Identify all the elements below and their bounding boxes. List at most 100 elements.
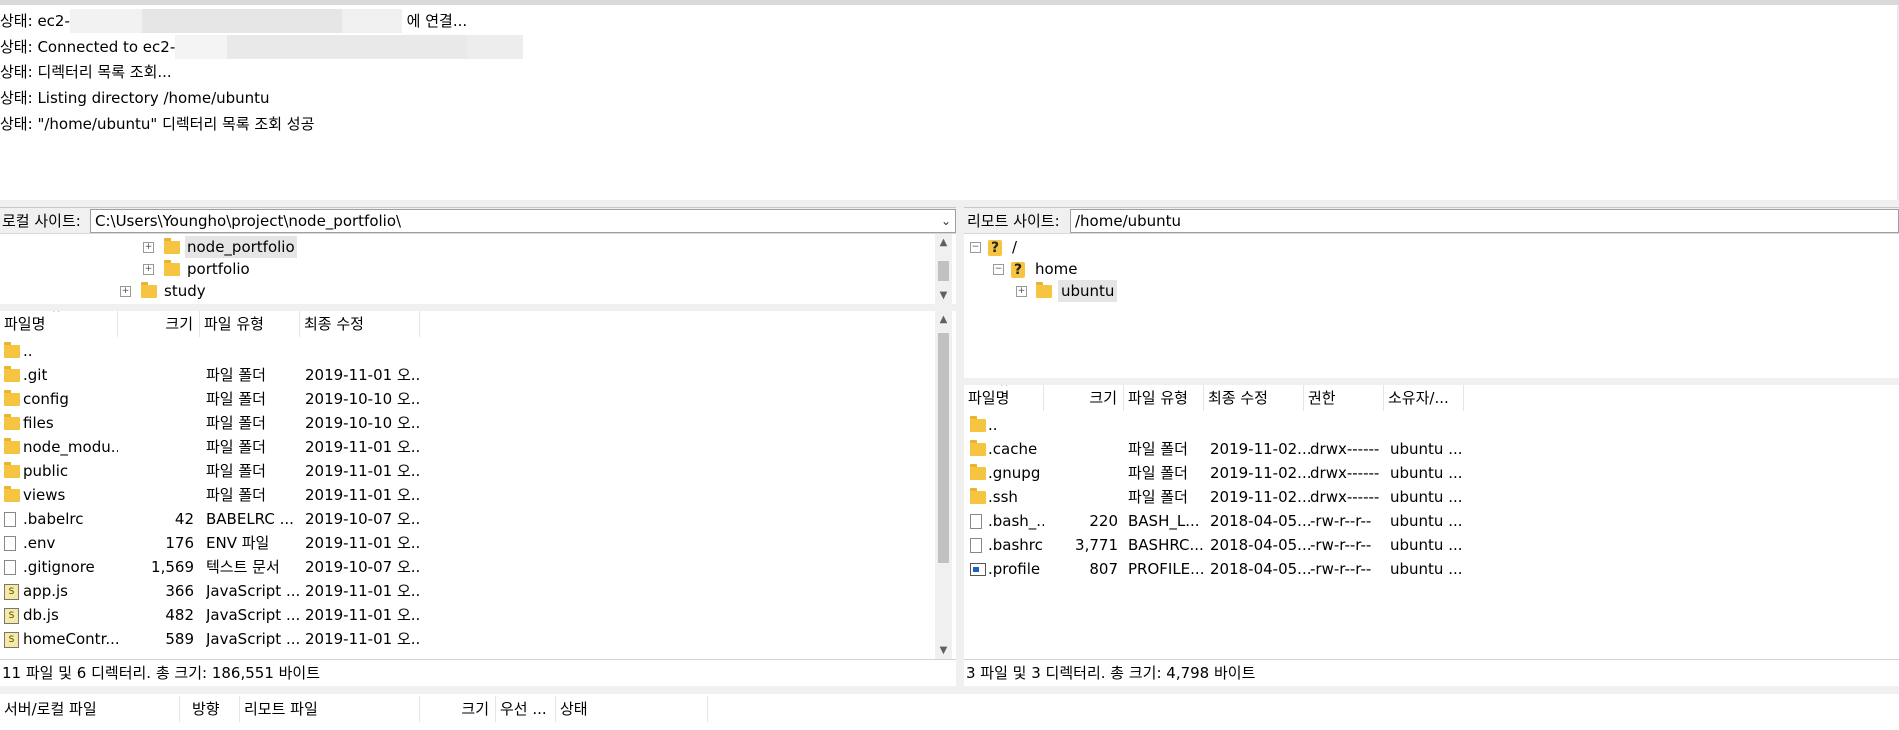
tree-item-portfolio[interactable]: + portfolio: [0, 258, 930, 280]
column-label: 크기: [1089, 389, 1117, 407]
table-row[interactable]: .gitignore 1,569 텍스트 문서 2019-10-07 오...: [0, 555, 935, 579]
expand-icon[interactable]: +: [143, 264, 154, 275]
local-file-list[interactable]: .. .git 파일 폴더 2019-11-01 오... config 파일 폴더 201…: [0, 339, 935, 659]
column-header-size[interactable]: 크기: [420, 696, 496, 722]
remote-tree[interactable]: − ? / − ? home + ubuntu: [964, 234, 1899, 378]
column-header-remote-file[interactable]: 리모트 파일: [240, 696, 420, 722]
column-header-owner[interactable]: 소유자/...: [1384, 385, 1464, 411]
collapse-icon[interactable]: −: [993, 264, 1004, 275]
row-icon: [970, 533, 988, 557]
tree-item-node-portfolio[interactable]: + node_portfolio: [0, 236, 930, 258]
log-text: 디렉터리 목록 조회...: [37, 63, 172, 81]
sort-up-icon: ^: [52, 311, 61, 319]
expand-icon[interactable]: +: [1016, 286, 1027, 297]
file-size: 42: [174, 510, 194, 528]
table-row[interactable]: .gnupg 파일 폴더 2019-11-02... drwx------ ubuntu…: [964, 461, 1899, 485]
remote-status-bar: 3 파일 및 3 디렉터리. 총 크기: 4,798 바이트: [964, 659, 1899, 686]
local-list-scrollbar[interactable]: ▲ ▼: [935, 311, 952, 659]
column-header-size[interactable]: 크기: [118, 311, 200, 337]
scroll-thumb[interactable]: [938, 333, 949, 563]
column-header-name[interactable]: 파일명 ^: [0, 311, 118, 337]
file-type: JavaScript ...: [206, 630, 300, 648]
redacted-block: [341, 9, 402, 33]
column-header-server-local-file[interactable]: 서버/로컬 파일: [0, 696, 180, 722]
log-suffix: 에 연결...: [406, 12, 468, 30]
remote-file-list[interactable]: .. .cache 파일 폴더 2019-11-02... drwx------ ubun…: [964, 413, 1899, 659]
file-owner: ubuntu ...: [1390, 440, 1463, 458]
folder-icon: [4, 414, 20, 430]
tree-item-ubuntu[interactable]: + ubuntu: [964, 280, 1364, 302]
tree-item-root[interactable]: − ? /: [964, 236, 1364, 258]
row-icon: [970, 413, 988, 437]
scroll-up-icon[interactable]: ▲: [935, 311, 952, 328]
table-row[interactable]: ..: [964, 413, 1899, 437]
scroll-down-icon[interactable]: ▼: [935, 642, 952, 659]
row-icon: S: [4, 603, 22, 627]
scroll-thumb[interactable]: [938, 261, 949, 281]
local-path-input[interactable]: C:\Users\Youngho\project\node_portfolio\…: [90, 209, 956, 233]
table-row[interactable]: Sapp.js 366 JavaScript ... 2019-11-01 오...: [0, 579, 935, 603]
file-size: 1,569: [151, 558, 194, 576]
table-row[interactable]: .env 176 ENV 파일 2019-11-01 오...: [0, 531, 935, 555]
table-row[interactable]: ..: [0, 339, 935, 363]
column-header-modified[interactable]: 최종 수정: [300, 311, 420, 337]
file-icon: [4, 512, 16, 527]
table-row[interactable]: .cache 파일 폴더 2019-11-02... drwx------ ubuntu…: [964, 437, 1899, 461]
scroll-down-icon[interactable]: ▼: [935, 287, 952, 304]
local-site-label: 로컬 사이트:: [2, 212, 81, 230]
js-file-icon: S: [4, 583, 19, 600]
log-prefix: 상태:: [0, 115, 33, 133]
expand-icon[interactable]: +: [143, 242, 154, 253]
table-row[interactable]: node_modu... 파일 폴더 2019-11-01 오...: [0, 435, 935, 459]
chevron-down-icon[interactable]: ⌄: [941, 210, 951, 232]
table-row[interactable]: ShomeContr... 589 JavaScript ... 2019-11-01…: [0, 627, 935, 651]
file-icon: [970, 514, 982, 529]
file-name: config: [23, 390, 69, 408]
pane-splitter[interactable]: [0, 304, 956, 311]
column-header-type[interactable]: 파일 유형: [200, 311, 300, 337]
table-row[interactable]: .bashrc 3,771 BASHRC... 2018-04-05... -rw-r-…: [964, 533, 1899, 557]
table-row[interactable]: Sdb.js 482 JavaScript ... 2019-11-01 오...: [0, 603, 935, 627]
table-row[interactable]: views 파일 폴더 2019-11-01 오...: [0, 483, 935, 507]
vertical-splitter[interactable]: [956, 207, 964, 693]
table-row[interactable]: .git 파일 폴더 2019-11-01 오...: [0, 363, 935, 387]
table-row[interactable]: .profile 807 PROFILE... 2018-04-05... -rw-r-…: [964, 557, 1899, 581]
folder-icon: [4, 366, 20, 382]
column-header-permissions[interactable]: 권한: [1304, 385, 1384, 411]
column-header-modified[interactable]: 최종 수정: [1204, 385, 1304, 411]
table-row[interactable]: .bash_... 220 BASH_L... 2018-04-05...-rw-r-…: [964, 509, 1899, 533]
message-log[interactable]: 상태: ec2- 에 연결... 상태: Connected to ec2- 상…: [0, 0, 1899, 205]
column-header-size[interactable]: 크기: [1044, 385, 1124, 411]
column-header-name[interactable]: 파일명 ^: [964, 385, 1044, 411]
local-tree[interactable]: + node_portfolio + portfolio + study ▲ ▼: [0, 234, 956, 304]
file-type: PROFILE...: [1128, 560, 1205, 578]
tree-item-study[interactable]: + study: [0, 280, 930, 302]
folder-icon: [970, 416, 986, 432]
table-row[interactable]: public 파일 폴더 2019-11-01 오...: [0, 459, 935, 483]
column-header-direction[interactable]: 방향: [180, 696, 240, 722]
folder-icon: [4, 462, 20, 478]
scroll-up-icon[interactable]: ▲: [935, 234, 952, 251]
file-type: JavaScript ...: [206, 582, 300, 600]
collapse-icon[interactable]: −: [970, 242, 981, 253]
table-row[interactable]: files 파일 폴더 2019-10-10 오...: [0, 411, 935, 435]
splitter[interactable]: [0, 686, 1899, 694]
expand-icon[interactable]: +: [120, 286, 131, 297]
remote-path-input[interactable]: /home/ubuntu: [1070, 209, 1899, 233]
column-header-priority[interactable]: 우선 ...: [496, 696, 556, 722]
log-line: 상태: 디렉터리 목록 조회...: [0, 60, 172, 84]
tree-item-home[interactable]: − ? home: [964, 258, 1364, 280]
file-type: ENV 파일: [206, 534, 270, 552]
table-row[interactable]: .babelrc 42 BABELRC ... 2019-10-07 오...: [0, 507, 935, 531]
column-header-type[interactable]: 파일 유형: [1124, 385, 1204, 411]
local-tree-scrollbar[interactable]: ▲ ▼: [935, 234, 952, 304]
table-row[interactable]: .ssh 파일 폴더 2019-11-02... drwx------ ubuntu .…: [964, 485, 1899, 509]
redacted-block: [141, 9, 342, 33]
column-label: 파일 유형: [204, 315, 264, 333]
column-header-status[interactable]: 상태: [556, 696, 708, 722]
table-row[interactable]: config 파일 폴더 2019-10-10 오...: [0, 387, 935, 411]
folder-icon: [4, 486, 20, 502]
pane-splitter[interactable]: [964, 378, 1899, 385]
row-icon: [970, 437, 988, 461]
file-type: 파일 폴더: [1128, 440, 1188, 458]
